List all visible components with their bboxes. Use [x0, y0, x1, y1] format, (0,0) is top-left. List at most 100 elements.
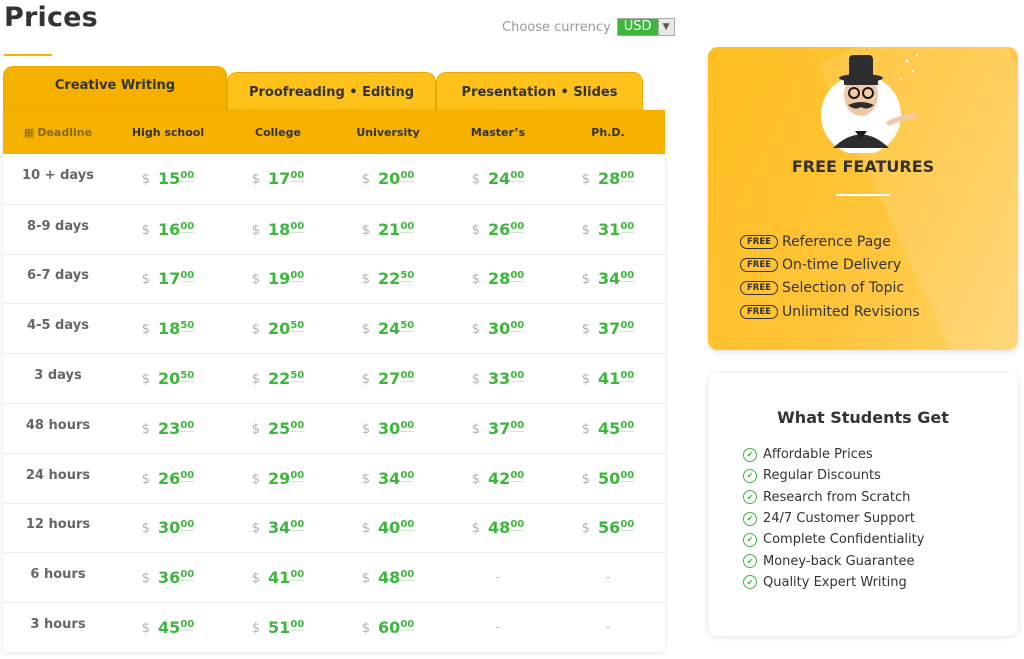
price-decimal: 00 — [620, 519, 635, 532]
price-decimal: 50 — [400, 270, 415, 283]
price-cell: $26 00 — [113, 469, 223, 488]
currency-symbol: $ — [471, 172, 481, 188]
price-integer: 48 — [488, 518, 511, 538]
currency-symbol: $ — [581, 421, 591, 437]
currency-symbol: $ — [141, 621, 151, 637]
price-integer: 15 — [158, 169, 181, 189]
table-row: 4-5 days $18 50 $20 50 $24 50 $30 00 $37 00 — [3, 303, 665, 353]
currency-symbol: $ — [361, 621, 371, 637]
check-circle-icon: ✔ — [743, 575, 757, 590]
student-benefit-label: 24/7 Customer Support — [763, 511, 915, 527]
currency-symbol: $ — [251, 471, 261, 487]
price-integer: 26 — [488, 219, 511, 239]
price-cell: $42 00 — [443, 469, 553, 488]
list-item: ✔ Regular Discounts — [743, 465, 924, 486]
price-integer: 34 — [378, 468, 401, 488]
tab-proofreading-editing[interactable]: Proofreading • Editing — [227, 72, 436, 112]
price-cell: $15 00 — [113, 169, 223, 188]
student-benefit-label: Money-back Guarantee — [763, 553, 915, 569]
currency-symbol: $ — [361, 571, 371, 587]
price-integer: 18 — [268, 219, 291, 239]
price-integer: 34 — [598, 269, 621, 289]
currency-label: Choose currency — [502, 19, 611, 35]
price-integer: 24 — [378, 319, 401, 339]
price-integer: 51 — [268, 618, 291, 638]
deadline-cell: 12 hours — [25, 517, 91, 533]
price-decimal: 50 — [400, 320, 415, 333]
student-benefit-label: Research from Scratch — [763, 489, 911, 505]
price-decimal: 00 — [510, 469, 525, 482]
currency-symbol: $ — [581, 172, 591, 188]
student-benefit-label: Quality Expert Writing — [763, 574, 907, 590]
price-integer: 20 — [268, 319, 291, 339]
price-cell: $41 00 — [553, 369, 663, 388]
currency-symbol: $ — [141, 272, 151, 288]
price-cell: $50 00 — [553, 469, 663, 488]
price-cell: $45 00 — [553, 419, 663, 438]
price-decimal: 00 — [180, 519, 195, 532]
price-integer: 45 — [598, 418, 621, 438]
price-cell: $16 00 — [113, 220, 223, 239]
price-cell: $56 00 — [553, 518, 663, 537]
price-cell: $31 00 — [553, 220, 663, 239]
price-cell: $21 00 — [333, 220, 443, 239]
price-integer: 60 — [378, 618, 401, 638]
unavailable-dash: - — [495, 620, 501, 635]
price-decimal: 00 — [510, 370, 525, 383]
title-underline — [4, 54, 52, 56]
table-header: ▦ Deadline High school College University… — [3, 110, 665, 154]
unavailable-cell: - — [553, 570, 663, 585]
unavailable-dash: - — [605, 620, 611, 635]
price-decimal: 00 — [400, 370, 415, 383]
price-decimal: 00 — [180, 170, 195, 183]
price-cell: $17 00 — [223, 169, 333, 188]
free-badge: FREE — [740, 304, 778, 319]
price-cell: $48 00 — [443, 518, 553, 537]
currency-symbol: $ — [581, 322, 591, 338]
price-decimal: 00 — [510, 170, 525, 183]
price-decimal: 00 — [510, 519, 525, 532]
header-phd: Ph.D. — [591, 125, 625, 139]
price-cell: $33 00 — [443, 369, 553, 388]
service-tabs: Proofreading • Editing Presentation • Sl… — [3, 66, 665, 112]
price-integer: 28 — [488, 269, 511, 289]
currency-symbol: $ — [471, 372, 481, 388]
list-item: FREE Reference Page — [740, 230, 920, 253]
deadline-cell: 48 hours — [25, 417, 91, 433]
price-integer: 37 — [598, 319, 621, 339]
price-decimal: 00 — [620, 220, 635, 233]
price-cell: $24 00 — [443, 169, 553, 188]
free-badge: FREE — [740, 281, 778, 296]
currency-symbol: $ — [251, 521, 261, 537]
price-integer: 21 — [378, 219, 401, 239]
currency-symbol: $ — [471, 322, 481, 338]
currency-symbol: $ — [471, 521, 481, 537]
price-decimal: 00 — [290, 170, 305, 183]
price-cell: $17 00 — [113, 269, 223, 288]
students-card: What Students Get ✔ Affordable Prices ✔ Reg… — [708, 373, 1018, 636]
chevron-down-icon[interactable]: ▼ — [657, 19, 674, 35]
header-deadline: ▦ Deadline — [23, 125, 93, 139]
price-decimal: 00 — [400, 519, 415, 532]
price-decimal: 00 — [180, 220, 195, 233]
currency-symbol: $ — [251, 621, 261, 637]
price-integer: 33 — [488, 369, 511, 389]
price-decimal: 00 — [290, 469, 305, 482]
currency-symbol: $ — [581, 272, 591, 288]
price-integer: 29 — [268, 468, 291, 488]
currency-symbol: $ — [251, 571, 261, 587]
currency-selector: Choose currency USD ▼ — [502, 18, 675, 36]
currency-symbol: $ — [361, 521, 371, 537]
student-benefit-label: Regular Discounts — [763, 468, 881, 484]
free-features-title: FREE FEATURES — [791, 157, 935, 176]
currency-dropdown[interactable]: USD ▼ — [616, 18, 675, 36]
tab-presentation-slides[interactable]: Presentation • Slides — [436, 72, 643, 112]
currency-value[interactable]: USD — [617, 19, 658, 35]
unavailable-cell: - — [443, 570, 553, 585]
price-integer: 37 — [488, 418, 511, 438]
price-decimal: 00 — [180, 569, 195, 582]
tab-creative-writing[interactable]: Creative Writing — [3, 66, 227, 112]
table-row: 3 hours $45 00 $51 00 $60 00- - — [3, 602, 665, 652]
currency-symbol: $ — [471, 222, 481, 238]
deadline-cell: 24 hours — [25, 467, 91, 483]
